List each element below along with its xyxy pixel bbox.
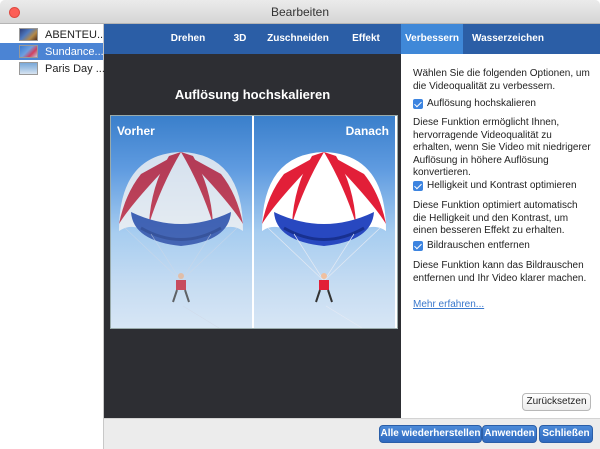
- enhance-options-panel: Wählen Sie die folgenden Optionen, um di…: [401, 54, 600, 418]
- title-bar: Bearbeiten: [0, 0, 600, 24]
- enhance-intro-text: Wählen Sie die folgenden Optionen, um di…: [413, 68, 590, 92]
- window-title: Bearbeiten: [270, 5, 330, 19]
- checkbox-checked-icon: [413, 98, 423, 109]
- denoise-description: Diese Funktion kann das Bildrauschen ent…: [413, 260, 587, 284]
- parasail-image-after: [262, 152, 386, 328]
- tab-enhance[interactable]: Verbessern: [401, 24, 463, 54]
- video-list-item[interactable]: Paris Day ...: [0, 60, 105, 77]
- parasail-image-before: [119, 152, 243, 328]
- checkbox-checked-icon: [413, 240, 423, 251]
- video-list-item[interactable]: ABENTEU...: [0, 26, 107, 43]
- apply-button[interactable]: Anwenden: [482, 425, 537, 443]
- tab-rotate[interactable]: Drehen: [162, 24, 214, 54]
- dialog-footer: Alle wiederherstellen Anwenden Schließen: [104, 418, 600, 449]
- before-preview: Vorher: [111, 116, 252, 328]
- video-thumbnail: [19, 62, 38, 75]
- preview-title: Auflösung hochskalieren: [174, 87, 331, 102]
- video-thumbnail: [19, 45, 38, 58]
- before-after-comparison: Vorher Danach: [110, 115, 398, 329]
- video-list-item-label: Sundance...: [45, 45, 104, 58]
- checkbox-label: Bildrauschen entfernen: [427, 240, 530, 251]
- checkbox-label: Auflösung hochskalieren: [427, 98, 536, 109]
- tab-effect[interactable]: Effekt: [348, 24, 384, 54]
- video-list: ABENTEU... Sundance... Paris Day ...: [0, 24, 107, 449]
- after-label: Danach: [345, 124, 389, 138]
- brightness-contrast-checkbox[interactable]: Helligkeit und Kontrast optimieren: [413, 180, 577, 191]
- brightness-contrast-description: Diese Funktion optimiert automatisch die…: [413, 200, 578, 236]
- checkbox-checked-icon: [413, 180, 423, 191]
- tab-3d[interactable]: 3D: [226, 24, 254, 54]
- edit-tab-bar: Drehen 3D Zuschneiden Effekt Verbessern …: [104, 24, 600, 54]
- edit-window: Bearbeiten ABENTEU... Sundance... Paris …: [0, 0, 600, 449]
- before-label: Vorher: [117, 124, 155, 138]
- checkbox-label: Helligkeit und Kontrast optimieren: [427, 180, 577, 191]
- learn-more-link[interactable]: Mehr erfahren...: [413, 299, 484, 310]
- tab-crop[interactable]: Zuschneiden: [266, 24, 330, 54]
- upscale-description: Diese Funktion ermöglicht Ihnen, hervorr…: [413, 117, 591, 178]
- after-preview: Danach: [254, 116, 395, 328]
- denoise-checkbox[interactable]: Bildrauschen entfernen: [413, 240, 530, 251]
- video-list-item-label: ABENTEU...: [45, 28, 107, 41]
- preview-area: Auflösung hochskalieren Vorher Danach: [104, 54, 401, 418]
- reset-button[interactable]: Zurücksetzen: [522, 393, 591, 411]
- upscale-resolution-checkbox[interactable]: Auflösung hochskalieren: [413, 98, 536, 109]
- tab-watermark[interactable]: Wasserzeichen: [472, 24, 544, 54]
- restore-all-button[interactable]: Alle wiederherstellen: [379, 425, 482, 443]
- close-button[interactable]: Schließen: [539, 425, 593, 443]
- video-list-item-label: Paris Day ...: [45, 62, 105, 75]
- video-thumbnail: [19, 28, 38, 41]
- video-list-item-selected[interactable]: Sundance...: [0, 43, 104, 60]
